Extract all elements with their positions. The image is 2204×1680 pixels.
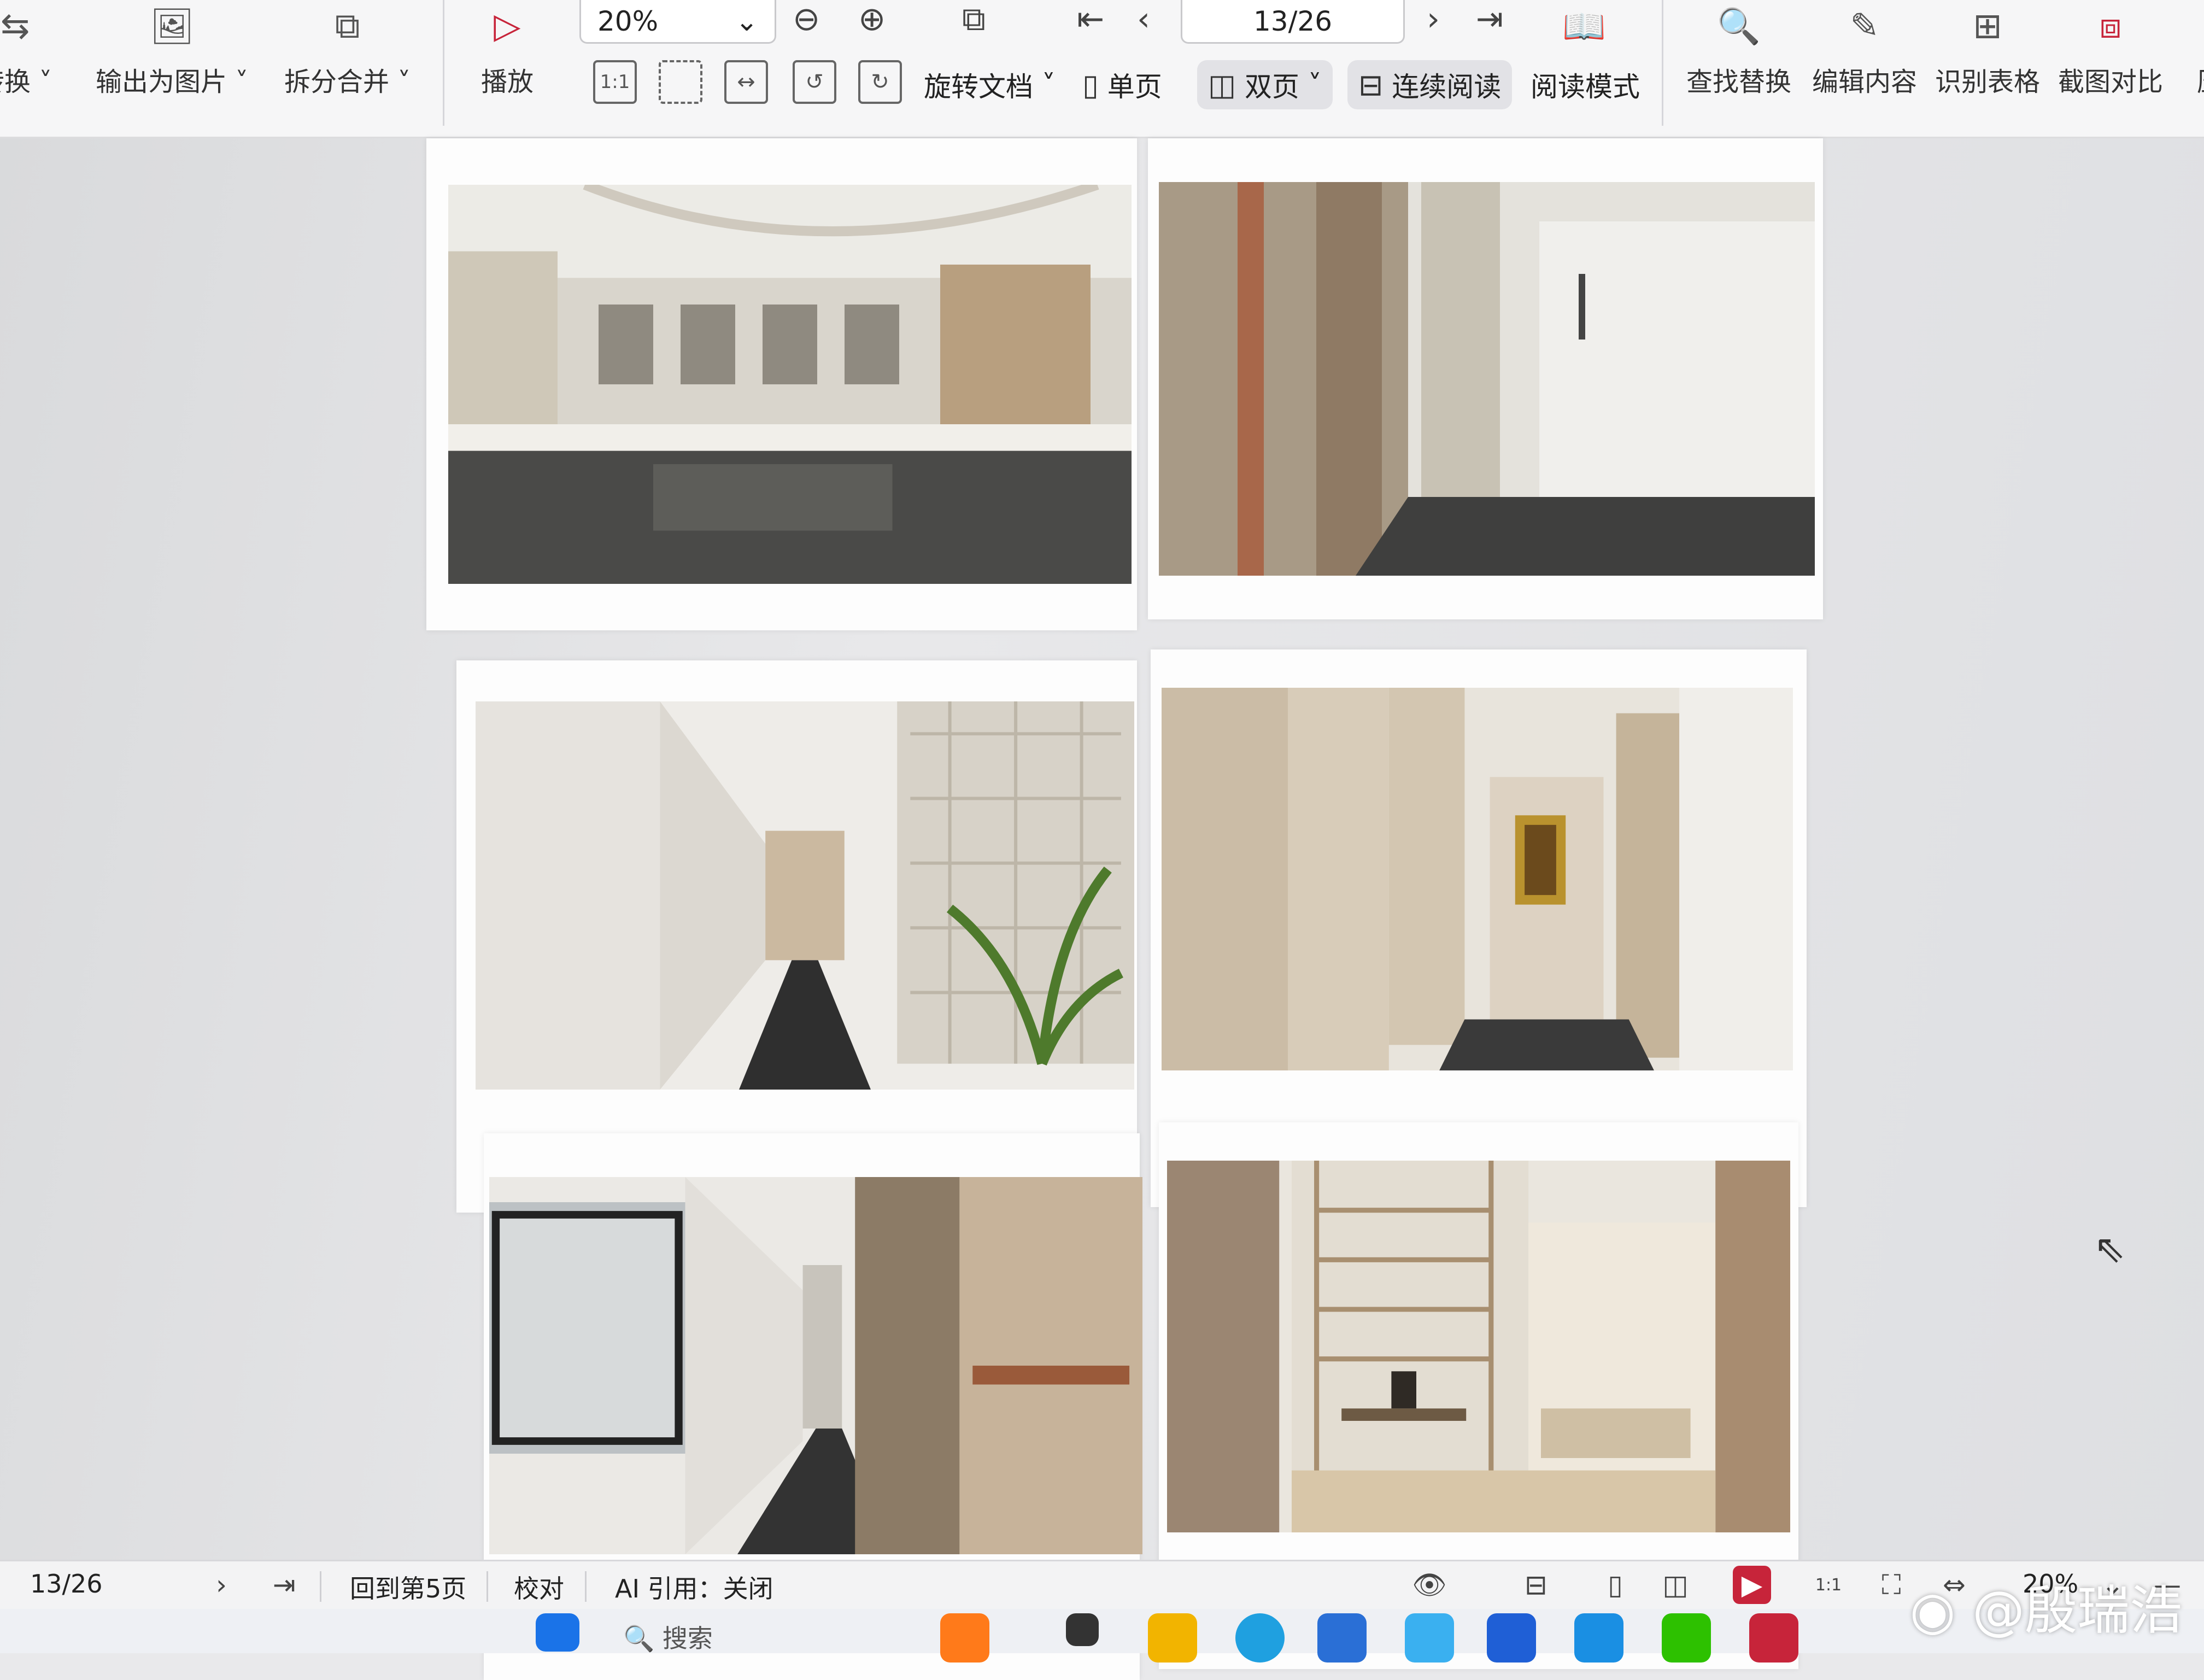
play-icon[interactable]: ▶ (1733, 1566, 1771, 1604)
photo-tea-room (1167, 1161, 1790, 1532)
clownfish-widget-icon[interactable] (940, 1613, 989, 1663)
photo-corridor-glass (1159, 182, 1815, 576)
compare-icon: ⧈ (2099, 6, 2122, 46)
edge-browser-icon[interactable] (1235, 1613, 1285, 1663)
zoom-in-icon[interactable]: ⊕ (858, 0, 886, 38)
ribbon-toolbar: ⇆ 转换 ˅ 🖼 输出为图片 ˅ ⧉ 拆分合并 ˅ ▷ 播放 20% ⌄ ⊖ ⊕… (0, 0, 2204, 138)
mouse-cursor-icon: ⇖ (2094, 1226, 2126, 1271)
convert-button[interactable]: ⇆ 转换 ˅ (0, 0, 52, 98)
table-scan-icon: ⊞ (1973, 6, 2002, 46)
zoom-select[interactable]: 20% ⌄ (579, 0, 776, 44)
outlook-icon[interactable] (1574, 1613, 1623, 1663)
last-page-icon[interactable]: ⇥ (265, 1566, 303, 1604)
photo-window-corridor (489, 1177, 1142, 1554)
wechat-icon[interactable] (1662, 1613, 1711, 1663)
single-page-button[interactable]: ▯ 单页 (1082, 60, 1162, 109)
split-merge-icon: ⧉ (335, 6, 360, 46)
last-page-icon[interactable]: ⇥ (1476, 0, 1503, 38)
chevron-down-icon: ⌄ (735, 5, 758, 37)
fit-page-icon[interactable] (659, 60, 702, 104)
find-replace-button[interactable]: 🔍 查找替换 (1686, 0, 1791, 98)
next-page-icon[interactable]: › (1427, 0, 1440, 38)
rotate-left-icon[interactable]: ↺ (793, 60, 836, 104)
fit-width-icon[interactable]: ↔ (724, 60, 768, 104)
compress-button[interactable]: 压 (2184, 0, 2204, 98)
weibo-watermark: ◉ @殷瑞浩 (1909, 1580, 2182, 1641)
actual-size-icon[interactable]: 1:1 (1809, 1566, 1848, 1604)
export-image-button[interactable]: 🖼 输出为图片 ˅ (96, 0, 248, 98)
rotate-right-icon[interactable]: ↻ (858, 60, 902, 104)
ribbon-divider (1662, 0, 1663, 126)
edit-content-button[interactable]: ✎ 编辑内容 (1812, 0, 1917, 98)
next-page-icon[interactable]: › (202, 1566, 241, 1604)
photo-corridor-artwork (1162, 688, 1793, 1070)
proofread-button[interactable]: 校对 (514, 1569, 564, 1605)
export-image-icon: 🖼 (150, 6, 195, 47)
play-icon: ▷ (494, 6, 521, 46)
search-icon: 🔍 (1717, 6, 1761, 47)
ribbon-divider (443, 0, 444, 126)
windows-taskbar: 🔍 搜索 (0, 1609, 2204, 1663)
continuous-icon: ⊟ (1358, 67, 1384, 102)
book-icon: 📖 (1562, 6, 1606, 47)
windows-start-icon[interactable] (536, 1613, 579, 1652)
prev-page-icon[interactable]: ‹ (1137, 0, 1150, 38)
ai-assistant-icon[interactable] (1405, 1613, 1454, 1663)
fit-page-icon[interactable]: ⛶ (1872, 1566, 1910, 1604)
convert-icon: ⇆ (0, 6, 30, 46)
ai-citation-toggle[interactable]: AI 引用：关闭 (615, 1569, 773, 1605)
goto-page-link[interactable]: 回到第5页 (350, 1569, 466, 1605)
read-mode-icon-button[interactable]: 📖 (1558, 0, 1610, 52)
split-merge-button[interactable]: ⧉ 拆分合并 ˅ (284, 0, 411, 98)
wps-office-icon[interactable] (1749, 1613, 1798, 1663)
document-viewport[interactable]: ⇖ (0, 138, 2204, 1680)
actual-size-icon[interactable]: 1:1 (593, 60, 637, 104)
taskbar-search[interactable]: 🔍 搜索 (623, 1619, 713, 1655)
read-mode-button[interactable]: 阅读模式 (1531, 60, 1640, 109)
double-page-icon: ◫ (1208, 67, 1236, 102)
double-page-icon[interactable]: ◫ (1656, 1566, 1695, 1604)
single-page-icon: ▯ (1082, 67, 1099, 102)
double-page-button[interactable]: ◫ 双页 ˅ (1197, 60, 1333, 109)
continuous-read-button[interactable]: ⊟ 连续阅读 (1347, 60, 1513, 109)
first-page-icon[interactable]: ⇤ (1077, 0, 1104, 38)
photo-corridor-screen (476, 701, 1134, 1090)
single-page-icon[interactable]: ▯ (1596, 1566, 1634, 1604)
page-indicator-input[interactable]: 13/26 (1181, 0, 1405, 44)
file-explorer-icon[interactable] (1148, 1613, 1197, 1663)
mail-app-icon[interactable] (1487, 1613, 1536, 1663)
export-image-label: 输出为图片 (96, 67, 227, 97)
status-bar: 13/26 › ⇥ 回到第5页 校对 AI 引用：关闭 👁 ⊟ ▯ ◫ ▶ 1:… (0, 1560, 2204, 1611)
photo-lobby-pool (448, 185, 1132, 584)
zoom-value: 20% (597, 5, 659, 37)
eye-icon[interactable]: 👁 (1410, 1566, 1449, 1604)
pencil-icon: ✎ (1850, 6, 1879, 46)
zoom-out-icon[interactable]: ⊖ (793, 0, 820, 38)
store-icon[interactable] (1317, 1613, 1367, 1663)
status-page-indicator[interactable]: 13/26 (30, 1569, 103, 1599)
convert-label: 转换 (0, 67, 31, 97)
rotate-pages-icon[interactable]: ⧉ (962, 0, 986, 38)
continuous-icon[interactable]: ⊟ (1517, 1566, 1555, 1604)
split-merge-label: 拆分合并 (284, 67, 390, 97)
recognize-table-button[interactable]: ⊞ 识别表格 (1935, 0, 2040, 98)
screenshot-compare-button[interactable]: ⧈ 截图对比 (2058, 0, 2163, 98)
play-button[interactable]: ▷ 播放 (481, 0, 534, 98)
weibo-icon: ◉ (1909, 1580, 1956, 1641)
taskview-icon[interactable] (1066, 1613, 1099, 1646)
rotate-document-button[interactable]: 旋转文档 ˅ (924, 60, 1056, 109)
